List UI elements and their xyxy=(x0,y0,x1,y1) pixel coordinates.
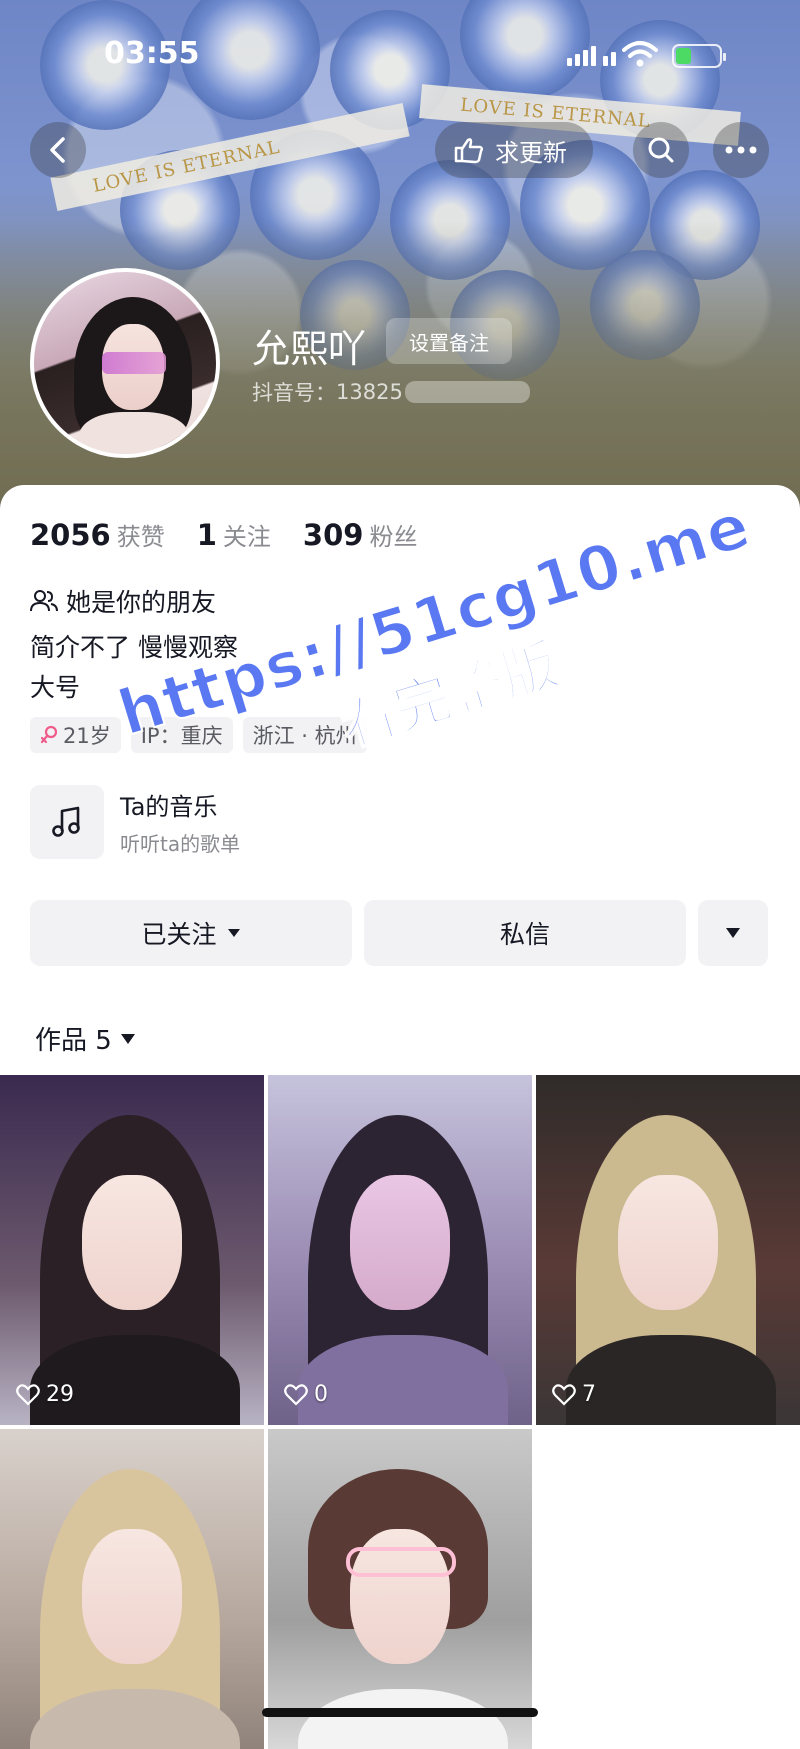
more-button[interactable] xyxy=(713,122,769,178)
signal-icon xyxy=(567,46,616,66)
back-arrow-icon xyxy=(50,137,65,163)
work-thumbnail[interactable]: 29 xyxy=(0,1075,264,1425)
tag-age: 21岁 xyxy=(30,717,121,753)
set-remark-button[interactable]: 设置备注 xyxy=(386,318,512,364)
search-button[interactable] xyxy=(633,122,689,178)
request-update-button[interactable]: 求更新 xyxy=(435,122,593,178)
like-count: 0 xyxy=(284,1382,328,1407)
back-button[interactable] xyxy=(30,122,86,178)
music-subtitle: 听听ta的歌单 xyxy=(120,832,241,856)
music-note-icon xyxy=(52,806,80,837)
stat-following[interactable]: 1 关注 xyxy=(197,517,271,552)
wifi-icon xyxy=(622,41,658,67)
stat-followers[interactable]: 309 粉丝 xyxy=(303,517,418,552)
stats-row: 2056 获赞 1 关注 309 粉丝 xyxy=(30,517,449,552)
more-icon xyxy=(725,146,757,154)
profile-nickname: 允熙吖 xyxy=(252,327,367,371)
douyin-id-value: 13825 xyxy=(336,380,403,404)
search-icon xyxy=(648,137,674,163)
heart-icon xyxy=(552,1383,576,1406)
stat-likes[interactable]: 2056 获赞 xyxy=(30,517,165,552)
request-update-label: 求更新 xyxy=(495,138,567,167)
home-indicator[interactable] xyxy=(262,1708,538,1717)
heart-icon xyxy=(284,1383,308,1406)
douyin-id: 抖音号： 13825 xyxy=(252,377,530,407)
music-icon-box xyxy=(30,785,104,859)
friends-icon xyxy=(30,590,58,612)
status-time: 03:55 xyxy=(104,36,200,71)
like-count: 29 xyxy=(16,1382,74,1407)
avatar[interactable] xyxy=(30,268,220,458)
message-button[interactable]: 私信 xyxy=(364,900,686,966)
work-thumbnail[interactable]: 7 xyxy=(536,1075,800,1425)
heart-icon xyxy=(16,1383,40,1406)
female-icon xyxy=(40,725,58,744)
like-count: 7 xyxy=(552,1382,596,1407)
work-thumbnail[interactable] xyxy=(268,1429,532,1749)
work-thumbnail[interactable] xyxy=(0,1429,264,1749)
tab-works[interactable]: 作品 5 xyxy=(35,1020,136,1057)
hand-point-icon xyxy=(454,138,484,164)
status-bar: 03:55 xyxy=(0,34,800,74)
friend-indicator: 她是你的朋友 xyxy=(30,583,216,619)
caret-down-icon xyxy=(120,1033,135,1044)
caret-down-icon xyxy=(227,929,240,937)
douyin-id-label: 抖音号： xyxy=(252,381,336,405)
caret-down-icon xyxy=(726,928,740,938)
action-row: 已关注 私信 xyxy=(30,900,768,966)
douyin-id-redaction xyxy=(404,381,530,403)
battery-icon xyxy=(672,44,726,68)
work-thumbnail[interactable]: 0 xyxy=(268,1075,532,1425)
more-actions-button[interactable] xyxy=(698,900,768,966)
following-button[interactable]: 已关注 xyxy=(30,900,352,966)
